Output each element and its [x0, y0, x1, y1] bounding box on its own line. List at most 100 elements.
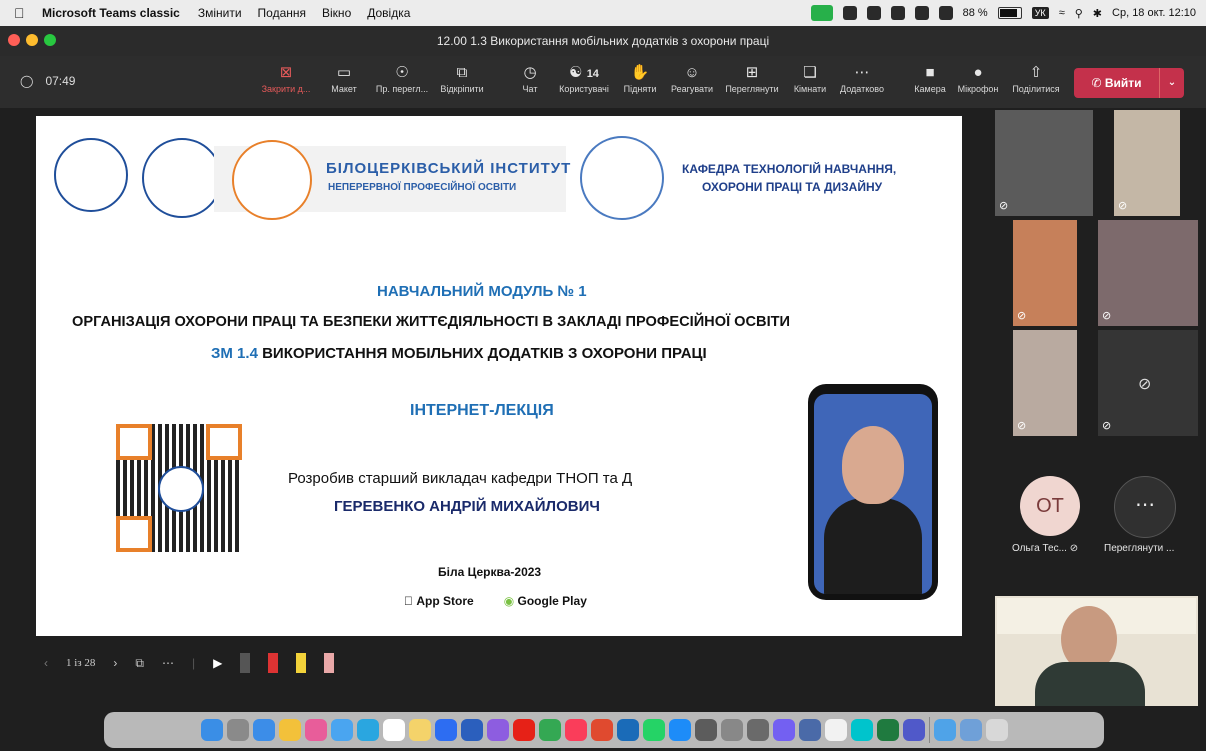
- menu-edit[interactable]: Змінити: [198, 6, 242, 20]
- presenter-view-button[interactable]: ☉ Пр. перегл...: [370, 62, 434, 94]
- lecture-type: ІНТЕРНЕТ-ЛЕКЦІЯ: [410, 402, 554, 419]
- institute-title: БІЛОЦЕРКІВСЬКИЙ ІНСТИТУТ: [326, 160, 572, 177]
- participant-video-6[interactable]: ⊘ ⊘: [1098, 330, 1198, 436]
- institute-subtitle: НЕПЕРЕРВНОЇ ПРОФЕСІЙНОЇ ОСВІТИ: [328, 182, 517, 193]
- input-language[interactable]: УК: [1031, 7, 1049, 19]
- app-dock-icon-2[interactable]: [746, 719, 769, 741]
- more-icon: ⋯: [854, 64, 870, 81]
- view-more-participants-button[interactable]: ⋯: [1114, 476, 1176, 538]
- macos-dock: [104, 712, 1104, 748]
- red-pen-tool-icon[interactable]: [268, 653, 279, 673]
- minimize-window-icon[interactable]: [26, 34, 38, 46]
- menu-view[interactable]: Подання: [258, 6, 306, 20]
- more-button[interactable]: ⋯ Додатково: [830, 62, 894, 94]
- bluetooth-icon[interactable]: ✱: [1093, 7, 1102, 20]
- battery-icon[interactable]: [997, 7, 1022, 19]
- apple-icon[interactable]: : [14, 5, 28, 21]
- participant-video-1[interactable]: ⊘: [995, 110, 1093, 216]
- app-store-dock-icon[interactable]: [668, 719, 691, 741]
- calculator-dock-icon[interactable]: [694, 719, 717, 741]
- wifi-icon[interactable]: ≈: [1059, 7, 1065, 19]
- leave-dropdown-icon[interactable]: ⌄: [1159, 68, 1184, 98]
- module-topic: ОРГАНІЗАЦІЯ ОХОРОНИ ПРАЦІ ТА БЕЗПЕКИ ЖИТ…: [72, 314, 791, 330]
- popout-button[interactable]: ⧉ Відкріпити: [430, 62, 494, 94]
- teams-dock-icon[interactable]: [902, 719, 925, 741]
- close-window-icon[interactable]: [8, 34, 20, 46]
- menu-window[interactable]: Вікно: [322, 6, 351, 20]
- participant-video-5[interactable]: ⊘: [1013, 330, 1077, 436]
- mic-off-icon: ⊘: [1017, 310, 1027, 322]
- status-icon-2[interactable]: [866, 6, 881, 20]
- highlighter-tool-icon[interactable]: [296, 653, 307, 673]
- app-name[interactable]: Microsoft Teams classic: [42, 6, 180, 20]
- preview-dock-icon[interactable]: [798, 719, 821, 741]
- word-dock-icon[interactable]: [460, 719, 483, 741]
- safari-dock-icon[interactable]: [252, 719, 275, 741]
- leave-button[interactable]: ✆ Вийти ⌄: [1074, 68, 1184, 98]
- participant-avatar[interactable]: ОТ: [1020, 476, 1080, 536]
- eraser-tool-icon[interactable]: [324, 653, 335, 673]
- status-icon-3[interactable]: [890, 6, 905, 20]
- chrome-dock-icon[interactable]: [278, 719, 301, 741]
- trash-dock-icon[interactable]: [985, 719, 1008, 741]
- canva-dock-icon[interactable]: [850, 719, 873, 741]
- participant-video-3[interactable]: ⊘: [1013, 220, 1077, 326]
- presenter-video[interactable]: [995, 596, 1198, 706]
- camera-in-use-icon[interactable]: [810, 5, 833, 21]
- launchpad-dock-icon[interactable]: [226, 719, 249, 741]
- mic-button[interactable]: ● Мікрофон: [946, 62, 1010, 94]
- react-button[interactable]: ☺ Реагувати: [660, 62, 724, 94]
- powerpoint-dock-icon[interactable]: [590, 719, 613, 741]
- more-options-icon[interactable]: ⋯: [162, 656, 174, 670]
- slide-controls: ‹ 1 із 28 › ⧉ ⋯ | ▶: [44, 648, 404, 678]
- zoom-dock-icon[interactable]: [434, 719, 457, 741]
- vpn-dock-icon[interactable]: [616, 719, 639, 741]
- telegram-dock-icon[interactable]: [356, 719, 379, 741]
- spotlight-icon[interactable]: ⚲: [1075, 7, 1083, 20]
- music-dock-icon[interactable]: [564, 719, 587, 741]
- mail-dock-icon[interactable]: [330, 719, 353, 741]
- next-slide-icon[interactable]: ›: [113, 656, 117, 670]
- app-dock-icon[interactable]: [486, 719, 509, 741]
- place-year: Біла Церква-2023: [438, 565, 542, 579]
- pointer-tool-icon[interactable]: ▶: [213, 656, 222, 670]
- textedit-dock-icon[interactable]: [824, 719, 847, 741]
- menu-help[interactable]: Довідка: [367, 6, 410, 20]
- view-button[interactable]: ⊞ Переглянути: [720, 62, 784, 94]
- status-icon-1[interactable]: [842, 6, 857, 20]
- share-button[interactable]: ⇧ Поділитися: [1004, 62, 1068, 94]
- downloads-dock-icon[interactable]: [959, 719, 982, 741]
- status-icon-4[interactable]: [914, 6, 929, 20]
- zoom-window-icon[interactable]: [44, 34, 56, 46]
- photos-dock-icon[interactable]: [304, 719, 327, 741]
- datetime[interactable]: Ср, 18 окт. 12:10: [1112, 7, 1196, 19]
- mic-off-icon: ⊘: [1069, 543, 1079, 554]
- calendar-dock-icon[interactable]: [382, 719, 405, 741]
- bipo-logo: [580, 136, 664, 220]
- qr-center-logo: [158, 466, 204, 512]
- pen-tool-icon[interactable]: [240, 653, 251, 673]
- finder-dock-icon[interactable]: [200, 719, 223, 741]
- youtube-dock-icon[interactable]: [512, 719, 535, 741]
- stop-sharing-button[interactable]: ⊠ Закрити д...: [254, 62, 318, 94]
- participant-video-4[interactable]: ⊘: [1098, 220, 1198, 326]
- drive-dock-icon[interactable]: [538, 719, 561, 741]
- status-icon-5[interactable]: [938, 6, 953, 20]
- layout-button[interactable]: ▭ Макет: [312, 62, 376, 94]
- prev-slide-icon[interactable]: ‹: [44, 656, 48, 670]
- academy-logo: [54, 138, 128, 212]
- participant-video-2[interactable]: ⊘: [1114, 110, 1180, 216]
- battery-percent[interactable]: 88 %: [963, 7, 988, 19]
- grid-icon: ⊞: [745, 64, 759, 81]
- people-button[interactable]: ☯ 14 Користувачі: [552, 62, 616, 94]
- folder-dock-icon[interactable]: [933, 719, 956, 741]
- mic-off-icon: ⊘: [1118, 200, 1128, 212]
- settings-dock-icon[interactable]: [720, 719, 743, 741]
- slide-grid-icon[interactable]: ⧉: [135, 656, 144, 671]
- viber-dock-icon[interactable]: [772, 719, 795, 741]
- qr-finder-2: [206, 424, 242, 460]
- whatsapp-dock-icon[interactable]: [642, 719, 665, 741]
- excel-dock-icon[interactable]: [876, 719, 899, 741]
- view-more-label: Переглянути ...: [1104, 543, 1175, 554]
- notes-dock-icon[interactable]: [408, 719, 431, 741]
